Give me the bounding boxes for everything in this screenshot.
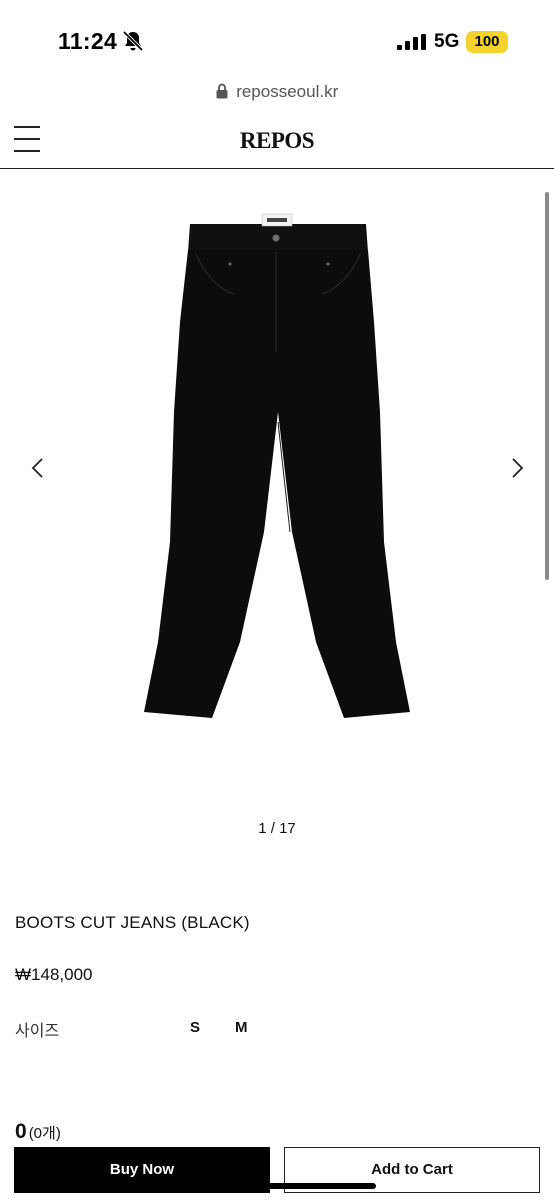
chevron-left-icon[interactable] <box>28 456 48 480</box>
scrollbar[interactable] <box>545 192 549 580</box>
url-bar[interactable]: reposseoul.kr <box>0 82 554 108</box>
chevron-right-icon[interactable] <box>507 456 527 480</box>
order-total: 0 (0개) <box>15 1120 61 1144</box>
total-count: (0개) <box>28 1125 61 1142</box>
lock-icon <box>216 83 228 99</box>
product-gallery[interactable] <box>0 172 554 812</box>
site-header: REPOS <box>0 112 554 169</box>
site-logo[interactable]: REPOS <box>0 128 554 154</box>
bell-off-icon <box>122 30 144 52</box>
status-time: 11:24 <box>58 28 118 54</box>
battery-indicator: 100 <box>466 31 508 53</box>
signal-icon <box>397 34 426 50</box>
url-text: reposseoul.kr <box>236 82 339 101</box>
home-indicator[interactable] <box>180 1183 376 1189</box>
image-counter: 1 / 17 <box>258 820 296 837</box>
size-label: 사이즈 <box>15 1023 60 1040</box>
network-type: 5G <box>434 31 460 52</box>
size-option-m[interactable]: M <box>235 1019 248 1036</box>
status-bar: 11:24 5G 100 <box>0 0 554 80</box>
product-image <box>144 213 410 718</box>
product-price: ₩148,000 <box>15 965 93 984</box>
size-option-s[interactable]: S <box>190 1019 200 1036</box>
product-name: BOOTS CUT JEANS (BLACK) <box>15 913 250 932</box>
total-amount: 0 <box>15 1120 27 1143</box>
